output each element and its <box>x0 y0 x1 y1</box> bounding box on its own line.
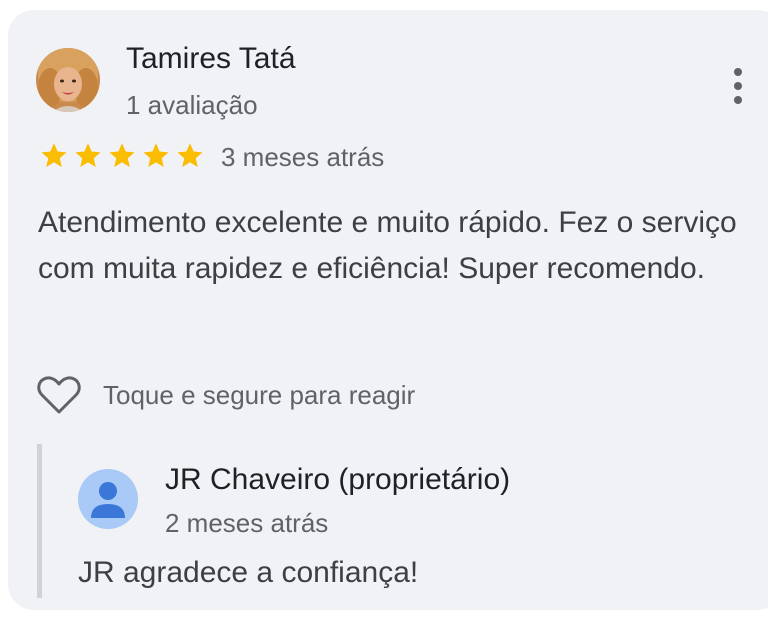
owner-reply-time: 2 meses atrás <box>165 508 329 538</box>
review-text: Atendimento excelente e muito rápido. Fe… <box>38 206 737 285</box>
reply-divider <box>37 444 42 598</box>
react-button[interactable]: Toque e segure para reagir <box>36 374 415 416</box>
more-vert-icon-dot <box>734 82 742 90</box>
owner-reply-text: JR agradece a confiança! <box>78 556 419 589</box>
star-icon <box>109 143 135 167</box>
star-icon <box>143 143 169 167</box>
star-icon <box>41 143 67 167</box>
star-rating <box>38 141 206 171</box>
star-icon <box>177 143 203 167</box>
review-time: 3 meses atrás <box>221 142 385 172</box>
react-label: Toque e segure para reagir <box>103 379 416 410</box>
more-vert-icon-dot <box>734 96 742 104</box>
star-icon <box>75 143 101 167</box>
author-avatar[interactable] <box>36 48 100 112</box>
author-name[interactable]: Tamires Tatá <box>126 42 296 76</box>
review-card: Tamires Tatá 1 avaliação 3 meses atrás A… <box>8 10 768 610</box>
person-icon <box>91 482 125 518</box>
owner-name: JR Chaveiro (proprietário) <box>165 463 511 496</box>
more-vert-icon <box>734 68 742 76</box>
author-review-count: 1 avaliação <box>126 90 258 120</box>
owner-avatar <box>78 469 138 529</box>
more-options-button[interactable] <box>720 64 756 108</box>
heart-outline-icon <box>37 376 81 414</box>
